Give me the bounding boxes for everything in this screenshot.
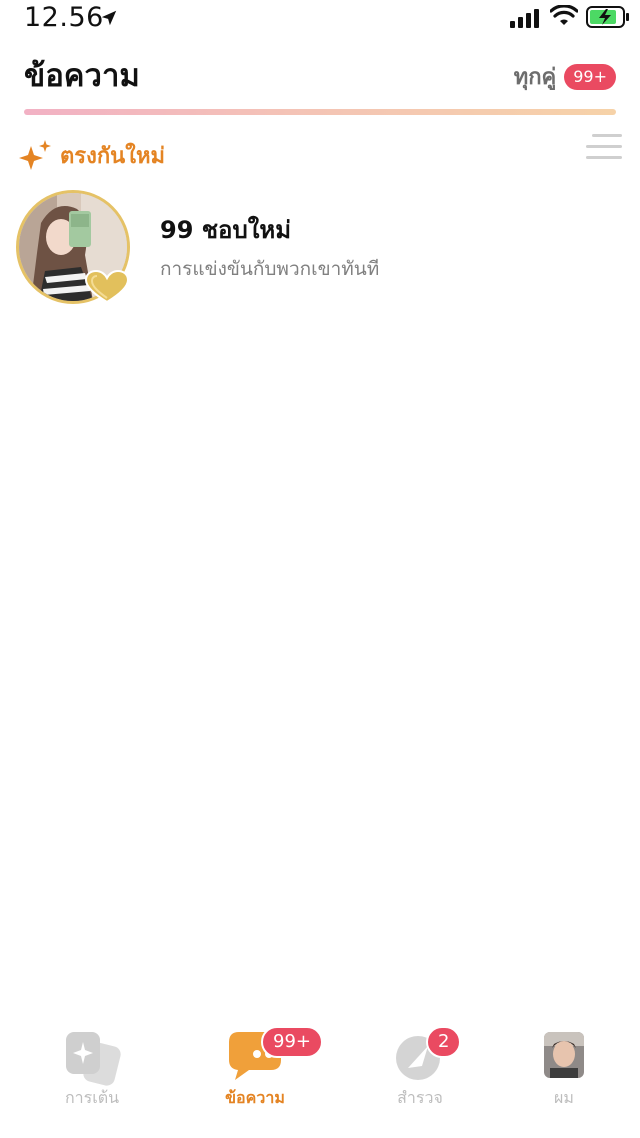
tab-explore-label: สำรวจ — [397, 1088, 443, 1107]
page-title: ข้อความ — [24, 58, 140, 94]
profile-photo — [544, 1032, 584, 1078]
tab-dance-label: การเต้น — [64, 1088, 120, 1107]
new-likes-item[interactable]: 99 ชอบใหม่ การแข่งขันกับพวกเขาทันที — [16, 190, 624, 308]
bottom-tab-bar: การเต้น 99+ ข้อความ 2 สำรวจ ผม — [0, 1020, 640, 1138]
profile-avatar — [544, 1032, 584, 1078]
tab-me-label: ผม — [554, 1088, 574, 1107]
status-time: 12.56 — [24, 2, 104, 33]
explore-count-badge: 2 — [426, 1026, 462, 1058]
dance-cards-icon — [66, 1032, 121, 1086]
new-matches-title: ตรงกันใหม่ — [60, 144, 165, 169]
wifi-icon — [550, 5, 578, 25]
status-bar: 12.56 — [0, 0, 640, 36]
tab-explore[interactable]: 2 สำรวจ — [350, 1020, 490, 1120]
new-likes-title: 99 ชอบใหม่ — [160, 216, 292, 244]
gold-heart-icon — [84, 270, 130, 304]
tab-messages-label: ข้อความ — [225, 1088, 285, 1107]
cellular-signal-icon — [510, 9, 539, 28]
battery-charging-icon — [586, 6, 629, 28]
messages-count-badge: 99+ — [261, 1026, 323, 1058]
list-menu-icon[interactable] — [586, 132, 622, 162]
tab-messages[interactable]: 99+ ข้อความ — [185, 1020, 325, 1120]
sparkle-icon — [19, 139, 51, 170]
tab-me[interactable]: ผม — [494, 1020, 634, 1120]
unread-count-badge: 99+ — [564, 63, 616, 90]
tab-dance[interactable]: การเต้น — [22, 1020, 162, 1120]
filter-all-matches-button[interactable]: ทุกคู่ 99+ — [514, 59, 616, 94]
location-arrow-icon — [101, 10, 117, 26]
new-likes-subtitle: การแข่งขันกับพวกเขาทันที — [160, 258, 380, 280]
header-divider — [24, 109, 616, 115]
new-matches-header: ตรงกันใหม่ — [18, 138, 165, 173]
filter-label: ทุกคู่ — [513, 65, 557, 90]
